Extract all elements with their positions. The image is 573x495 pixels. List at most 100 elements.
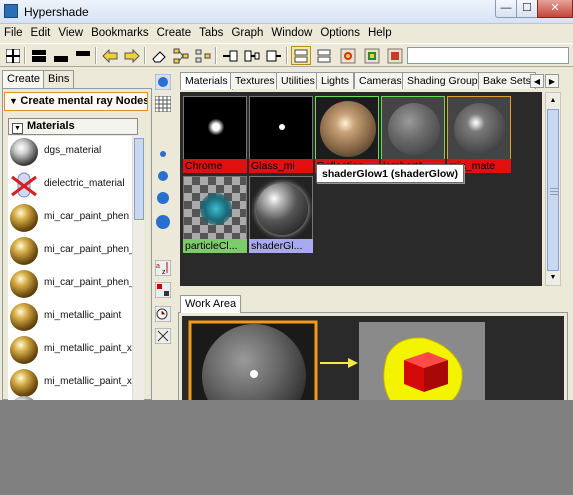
close-button[interactable]: ✕ xyxy=(537,0,573,18)
scrollbar-thumb[interactable] xyxy=(547,109,559,271)
list-item[interactable]: mi_car_paint_phen xyxy=(8,202,132,232)
swatch-caption: shaderGl... xyxy=(249,239,313,253)
maximize-button[interactable]: ☐ xyxy=(516,0,538,18)
menu-file[interactable]: File xyxy=(0,25,27,43)
gallery-scrollbar[interactable]: ▲ ▼ xyxy=(545,92,561,286)
sort-by-time-icon[interactable] xyxy=(155,306,171,322)
empty-region xyxy=(0,400,573,495)
menu-create[interactable]: Create xyxy=(153,25,196,43)
swatch-caption: Chrome xyxy=(183,159,247,173)
menu-bookmarks[interactable]: Bookmarks xyxy=(87,25,153,43)
tab-textures[interactable]: Textures xyxy=(230,72,280,89)
list-item[interactable]: mi_car_paint_phen_ xyxy=(8,268,132,298)
layout-single-icon[interactable] xyxy=(73,46,93,65)
material-swatch[interactable]: Glass_mi xyxy=(249,96,313,176)
swatch-preview xyxy=(249,96,313,160)
scroll-down-icon[interactable]: ▼ xyxy=(547,271,559,284)
collapse-icon[interactable]: ▼ xyxy=(12,123,23,134)
eraser-icon[interactable] xyxy=(149,46,169,65)
dgs-material-icon xyxy=(10,138,38,166)
metallic-paint-icon xyxy=(10,303,38,331)
hypershade-tab-row: Materials Textures Utilities Lights Came… xyxy=(178,72,559,90)
swatch-preview xyxy=(183,176,247,240)
swatch-preview xyxy=(183,96,247,160)
grid-view-icon[interactable] xyxy=(155,96,171,112)
list-item[interactable]: mi_metallic_paint_x xyxy=(8,334,132,364)
graph-upstream-icon[interactable] xyxy=(193,46,213,65)
graph-network-icon[interactable] xyxy=(171,46,191,65)
arrow-left-icon[interactable] xyxy=(100,46,120,65)
scrollbar-thumb[interactable] xyxy=(134,138,144,220)
materials-section-title: Materials xyxy=(27,120,75,132)
list-item[interactable]: dielectric_material xyxy=(8,169,132,199)
layout-top-icon[interactable] xyxy=(29,46,49,65)
list-item[interactable]: mi_metallic_paint xyxy=(8,301,132,331)
tab-lights[interactable]: Lights xyxy=(316,72,355,89)
tab-scroll-left-icon[interactable]: ◀ xyxy=(530,74,544,88)
tab-materials[interactable]: Materials xyxy=(180,72,233,90)
svg-text:a: a xyxy=(156,263,160,270)
menu-window[interactable]: Window xyxy=(267,25,316,43)
node-view-icon[interactable] xyxy=(291,46,311,65)
hide-icon[interactable] xyxy=(362,46,382,65)
menu-view[interactable]: View xyxy=(54,25,87,43)
menu-help[interactable]: Help xyxy=(364,25,396,43)
reverse-sort-icon[interactable] xyxy=(155,328,171,344)
arrow-right-icon[interactable] xyxy=(122,46,142,65)
materials-scrollbar[interactable] xyxy=(132,136,144,400)
clear-graph-icon[interactable] xyxy=(264,46,284,65)
material-label: mi_car_paint_phen_ xyxy=(44,244,132,255)
toolbar-separator xyxy=(286,47,288,64)
work-area-canvas[interactable] xyxy=(182,316,564,404)
list-item[interactable]: mi_car_paint_phen_ xyxy=(8,235,132,265)
create-nodes-dropdown[interactable]: ▼ Create mental ray Nodes xyxy=(4,92,148,111)
node-graph xyxy=(188,320,485,404)
list-item[interactable]: mi_metallic_paint_x_ xyxy=(8,367,132,397)
layout-bottom-icon[interactable] xyxy=(51,46,71,65)
material-label: dgs_material xyxy=(44,145,102,156)
menu-edit[interactable]: Edit xyxy=(27,25,55,43)
menu-graph[interactable]: Graph xyxy=(227,25,267,43)
tab-cameras[interactable]: Cameras xyxy=(354,72,407,89)
window-title: Hypershade xyxy=(24,5,89,19)
tab-bake-sets[interactable]: Bake Sets xyxy=(478,72,536,89)
graph-input-output-icon[interactable] xyxy=(242,46,262,65)
list-item[interactable]: dgs_material xyxy=(8,136,132,166)
sort-by-type-icon[interactable] xyxy=(155,282,171,298)
xlarge-sphere-icon[interactable] xyxy=(155,214,171,230)
tab-create[interactable]: Create xyxy=(2,70,46,88)
title-bar: Hypershade — ☐ ✕ xyxy=(0,0,573,24)
menu-tabs[interactable]: Tabs xyxy=(195,25,227,43)
swatch-view-icon[interactable] xyxy=(314,46,334,65)
toolbar-separator xyxy=(24,47,26,64)
large-sphere-icon[interactable] xyxy=(155,190,171,206)
layout-split-icon[interactable] xyxy=(3,46,23,65)
material-swatch[interactable]: shaderGl... xyxy=(249,176,313,256)
material-swatch[interactable]: Chrome xyxy=(183,96,247,176)
sort-by-name-icon[interactable]: az xyxy=(155,260,171,276)
materials-list: dgs_material dielectric_material mi_car_… xyxy=(8,136,132,400)
materials-section-header[interactable]: ▼ Materials xyxy=(8,118,138,135)
toolbar-separator xyxy=(215,47,217,64)
tab-work-area[interactable]: Work Area xyxy=(180,295,242,313)
scroll-up-icon[interactable]: ▲ xyxy=(547,94,559,107)
tab-utilities[interactable]: Utilities xyxy=(276,72,320,89)
minimize-button[interactable]: — xyxy=(495,0,517,18)
menu-options[interactable]: Options xyxy=(316,25,364,43)
graph-downstream-icon[interactable] xyxy=(220,46,240,65)
sphere-icon[interactable] xyxy=(155,74,171,90)
help-line-icon[interactable] xyxy=(385,46,405,65)
swatch-preview xyxy=(315,96,379,160)
tab-shading-groups[interactable]: Shading Groups xyxy=(402,72,488,89)
material-label: mi_car_paint_phen_ xyxy=(44,277,132,288)
small-sphere-icon[interactable] xyxy=(155,146,171,162)
medium-sphere-icon[interactable] xyxy=(155,168,171,184)
tab-scroll-right-icon[interactable]: ▶ xyxy=(545,74,559,88)
tab-bins[interactable]: Bins xyxy=(43,70,75,88)
create-nodes-label: Create mental ray Nodes xyxy=(20,95,148,107)
sphere xyxy=(388,103,440,155)
material-swatch[interactable]: particleCl... xyxy=(183,176,247,256)
thumb-grip xyxy=(550,188,559,189)
search-input[interactable] xyxy=(407,47,569,64)
render-icon[interactable] xyxy=(338,46,358,65)
